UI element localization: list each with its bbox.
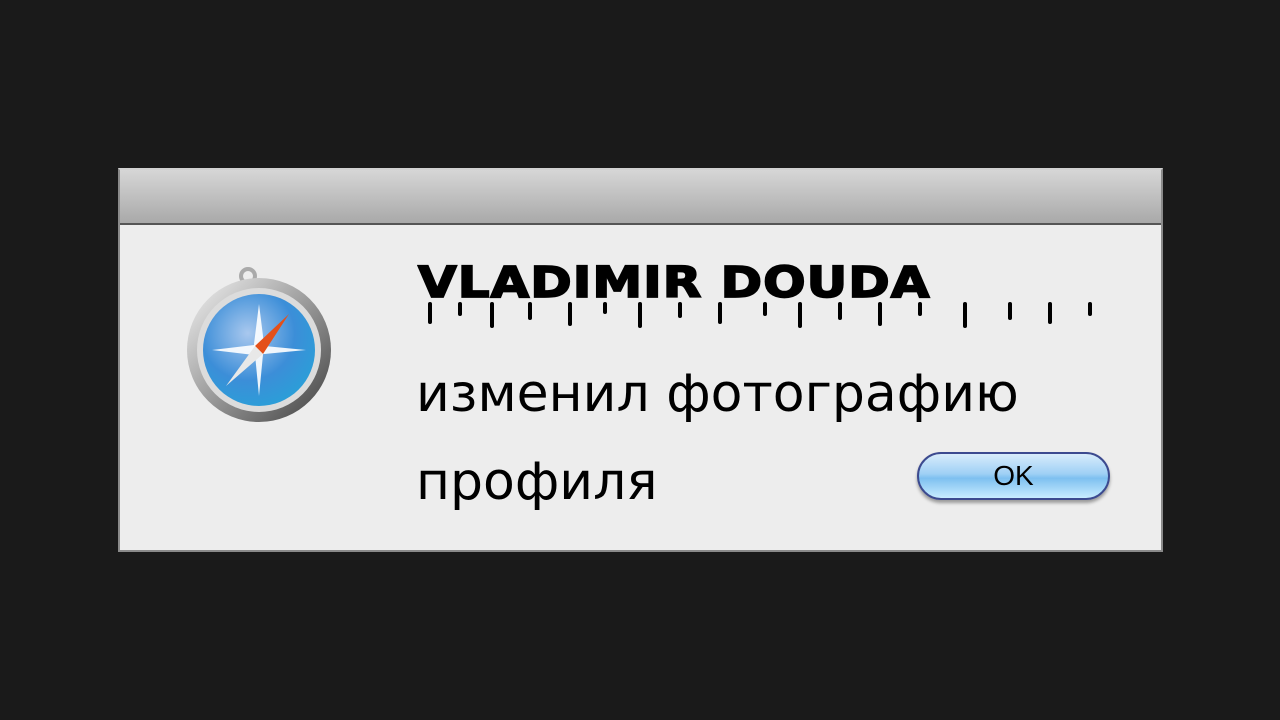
title-bar[interactable] xyxy=(120,170,1161,225)
safari-compass-icon xyxy=(187,267,331,422)
drip-decoration xyxy=(428,302,1092,328)
sender-name: VLADIMIR DOUDA xyxy=(417,257,931,308)
alert-dialog: VLADIMIR DOUDA изменил фотографию профил… xyxy=(118,168,1163,552)
ok-button[interactable]: OK xyxy=(917,452,1110,500)
